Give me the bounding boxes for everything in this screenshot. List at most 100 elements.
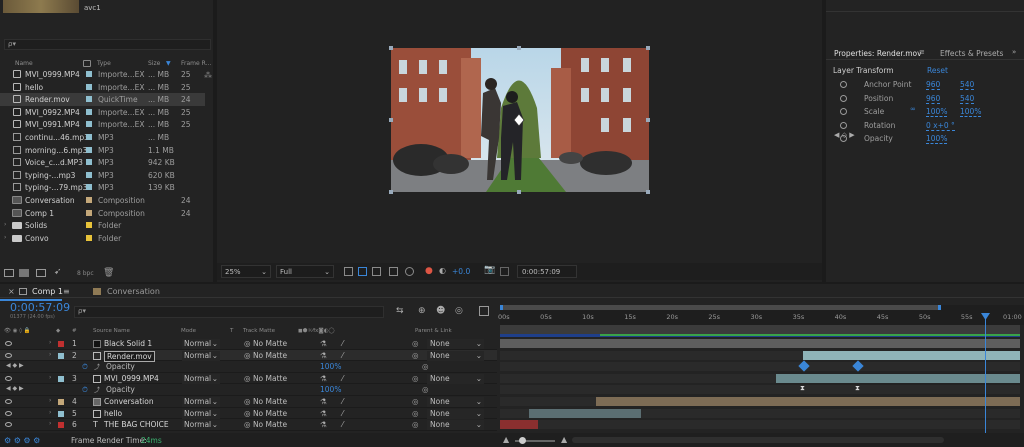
exposure-value[interactable]: +0.0 <box>452 267 470 276</box>
twirl-arrow-icon[interactable]: › <box>4 221 6 228</box>
twirl-arrow-icon[interactable]: › <box>49 374 51 381</box>
label-color-swatch[interactable] <box>86 222 92 229</box>
project-item[interactable]: morning...6.mp3 MP3 1.1 MB <box>0 144 205 157</box>
label-color-swatch[interactable] <box>86 184 92 191</box>
panel-menu-icon[interactable]: ≡ <box>919 48 925 56</box>
work-area-end-handle[interactable] <box>938 305 941 310</box>
quality-switch-icon[interactable]: ⁄ <box>342 420 343 429</box>
mode-header[interactable]: Mode <box>181 328 196 334</box>
twirl-arrow-icon[interactable]: › <box>4 234 6 241</box>
motion-blur-icon[interactable]: ◎ <box>455 306 463 316</box>
current-time-indicator[interactable] <box>985 314 986 444</box>
work-area-start-handle[interactable] <box>500 305 503 310</box>
layer-name[interactable]: THE BAG CHOICE <box>104 420 169 429</box>
flowchart-icon[interactable]: ⁂ <box>204 71 212 80</box>
panel-menu-icon[interactable]: ≡ <box>63 287 70 296</box>
grid-guides-icon[interactable] <box>372 267 381 276</box>
property-value[interactable]: 960 <box>926 80 941 90</box>
blend-mode-dropdown[interactable]: Normal ⌄ <box>182 408 220 419</box>
visibility-eye-icon[interactable] <box>5 341 12 346</box>
visibility-eye-icon[interactable] <box>5 375 12 381</box>
layer-label-color[interactable] <box>58 352 64 359</box>
timeline-scrollbar[interactable] <box>572 437 944 443</box>
shy-switch-icon[interactable]: ⚗ <box>320 351 327 360</box>
parent-dropdown[interactable]: None ⌄ <box>427 373 484 384</box>
property-value[interactable]: 100% <box>320 362 341 371</box>
corner-handle[interactable] <box>389 46 393 50</box>
quality-switch-icon[interactable]: ⁄ <box>342 374 343 383</box>
layer-name[interactable]: hello <box>104 409 122 418</box>
twirl-arrow-icon[interactable]: › <box>49 420 51 427</box>
layer-duration-bar[interactable] <box>803 350 1020 360</box>
edge-handle[interactable] <box>646 118 650 122</box>
keyframe-icon[interactable]: ⧗ <box>855 384 860 393</box>
t-header[interactable]: T <box>230 328 233 334</box>
stopwatch-icon[interactable]: ⏱ <box>82 362 88 372</box>
resolution-dropdown[interactable]: Full ⌄ <box>276 265 334 278</box>
graph-editor-icon[interactable] <box>479 306 489 316</box>
project-item[interactable]: typing-...79.mp3 MP3 139 KB <box>0 181 205 194</box>
twirl-arrow-icon[interactable]: › <box>49 339 51 346</box>
track-matte-dropdown[interactable]: ◎ No Matte <box>244 420 294 429</box>
constrain-proportions-icon[interactable]: ∞ <box>910 105 916 113</box>
label-color-swatch[interactable] <box>86 197 92 203</box>
work-area-bar[interactable] <box>500 305 941 310</box>
label-tag-icon[interactable] <box>83 60 91 67</box>
project-item[interactable]: continu...46.mp3 MP3 ... MB <box>0 131 205 144</box>
twirl-arrow-icon[interactable]: › <box>49 409 51 416</box>
layer-duration-bar[interactable] <box>776 373 1020 383</box>
stopwatch-icon[interactable] <box>840 81 847 88</box>
stopwatch-icon[interactable] <box>840 121 847 129</box>
visibility-eye-icon[interactable] <box>5 352 12 358</box>
label-color-swatch[interactable] <box>86 209 92 216</box>
parent-dropdown[interactable]: None ⌄ <box>427 420 484 431</box>
visibility-eye-icon[interactable] <box>5 422 12 428</box>
more-panels-icon[interactable]: » <box>1012 48 1016 56</box>
render-queue-icon[interactable]: ➹ <box>54 267 62 277</box>
project-item[interactable]: › Solids Folder <box>0 219 205 232</box>
layer-switches-toggle-icon[interactable]: ⚙ ⚙ ⚙ ⚙ <box>4 436 40 445</box>
tab-comp-1[interactable]: Comp 1 <box>32 287 63 296</box>
pick-whip-icon[interactable]: ◎ <box>412 351 419 360</box>
shy-layers-icon[interactable]: ☻ <box>436 306 445 316</box>
zoom-out-icon[interactable]: ▲ <box>503 435 509 444</box>
layer-name[interactable]: Render.mov <box>104 350 155 362</box>
show-snapshot-icon[interactable] <box>500 267 509 276</box>
twirl-arrow-icon[interactable]: › <box>49 397 51 404</box>
reset-link[interactable]: Reset <box>927 66 948 75</box>
property-value[interactable]: 100% <box>926 107 948 117</box>
label-color-swatch[interactable] <box>86 108 92 115</box>
col-size[interactable]: Size <box>148 60 160 67</box>
layer-row[interactable]: › 6 T THE BAG CHOICE Normal ⌄ ◎ No Matte ⚗ ⁄ ◎ Non… <box>0 419 497 431</box>
pick-whip-icon[interactable]: ◎ <box>422 362 429 371</box>
pick-whip-icon[interactable]: ◎ <box>412 409 419 418</box>
project-item[interactable]: Render.mov QuickTime ... MB 24 <box>0 93 205 106</box>
edge-handle[interactable] <box>517 190 521 194</box>
quality-switch-icon[interactable]: ⁄ <box>342 397 343 406</box>
pick-whip-icon[interactable]: ◎ <box>412 374 419 383</box>
layer-duration-bar[interactable] <box>500 420 538 430</box>
edge-handle[interactable] <box>517 46 521 50</box>
edge-handle[interactable] <box>389 118 393 122</box>
shy-switch-icon[interactable]: ⚗ <box>320 420 327 429</box>
composition-mini-flowchart-icon[interactable]: ⇆ <box>396 306 404 316</box>
label-color-swatch[interactable] <box>86 159 92 166</box>
blend-mode-dropdown[interactable]: Normal ⌄ <box>182 350 220 361</box>
visibility-eye-icon[interactable] <box>5 399 12 404</box>
col-name[interactable]: Name <box>15 60 33 67</box>
corner-handle[interactable] <box>646 190 650 194</box>
zoom-dropdown[interactable]: 25% ⌄ <box>221 265 271 278</box>
parent-dropdown[interactable]: None ⌄ <box>427 350 484 361</box>
track-matte-dropdown[interactable]: ◎ No Matte <box>244 374 294 383</box>
track-matte-dropdown[interactable]: ◎ No Matte <box>244 397 294 406</box>
label-color-swatch[interactable] <box>86 83 92 90</box>
label-color-swatch[interactable] <box>86 71 92 77</box>
project-item[interactable]: MVI_0991.MP4 Importe...EX... MB 25 <box>0 118 205 131</box>
project-item[interactable]: › Convo Folder <box>0 232 205 245</box>
track-matte-dropdown[interactable]: ◎ No Matte <box>244 339 294 348</box>
label-color-swatch[interactable] <box>86 171 92 178</box>
project-item[interactable]: Voice_c...d.MP3 MP3 942 KB <box>0 156 205 169</box>
label-color-swatch[interactable] <box>86 146 92 153</box>
property-value[interactable]: 0 x+0 ° <box>926 121 955 131</box>
project-item[interactable]: MVI_0992.MP4 Importe...EX... MB 25 <box>0 106 205 119</box>
